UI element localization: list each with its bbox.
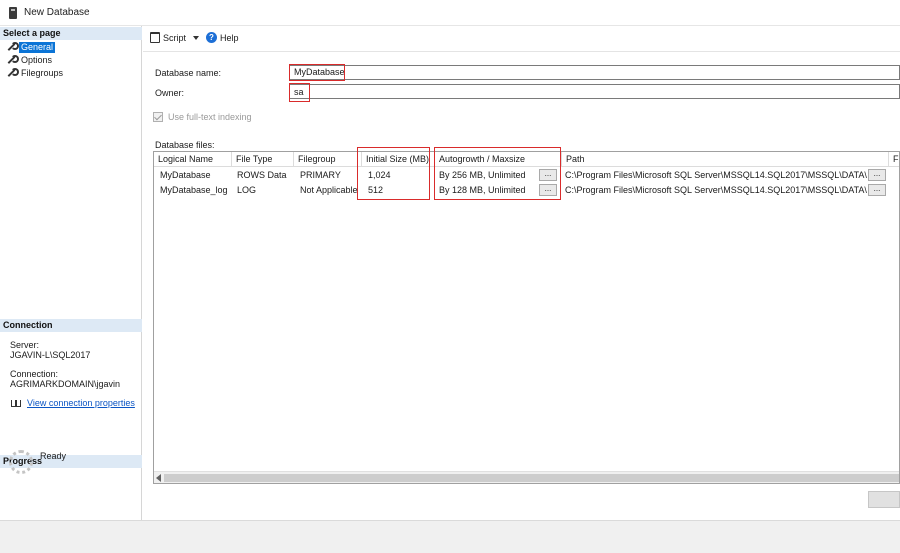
help-label: Help	[220, 32, 239, 43]
connection-value: AGRIMARKDOMAIN\jgavin	[10, 379, 121, 389]
col-filegroup[interactable]: Filegroup	[294, 152, 362, 167]
owner-label: Owner:	[155, 88, 185, 98]
script-icon	[150, 32, 160, 43]
wrench-icon	[6, 68, 19, 78]
database-name-input[interactable]	[289, 65, 900, 80]
col-file-type[interactable]: File Type	[232, 152, 294, 167]
col-path[interactable]: Path	[562, 152, 889, 167]
script-label: Script	[163, 32, 187, 43]
connection-properties-icon	[10, 398, 22, 408]
script-button[interactable]: Script	[150, 32, 200, 43]
page-item-options[interactable]: Options	[6, 54, 54, 66]
title-bar: New Database	[0, 0, 900, 26]
fulltext-checkbox[interactable]	[153, 112, 163, 122]
autogrowth-highlight	[434, 147, 561, 200]
page-item-general[interactable]: General	[6, 41, 56, 53]
help-button[interactable]: ? Help	[206, 32, 239, 43]
connection-label: Connection:	[10, 369, 59, 379]
col-logical-name[interactable]: Logical Name	[154, 152, 232, 167]
app-icon	[9, 7, 17, 19]
server-label: Server:	[10, 340, 40, 350]
wrench-icon	[6, 55, 19, 65]
cell-filegroup[interactable]: PRIMARY	[295, 168, 341, 183]
status-bar	[0, 520, 900, 553]
database-name-label: Database name:	[155, 68, 222, 78]
select-page-header: Select a page	[0, 27, 142, 40]
connection-header: Connection	[0, 319, 142, 332]
ok-button[interactable]	[868, 491, 900, 508]
page-item-label: General	[19, 41, 56, 53]
owner-highlight	[289, 83, 310, 102]
path-browse-button[interactable]: ...	[868, 184, 886, 196]
horizontal-scrollbar[interactable]	[154, 471, 899, 483]
scroll-left-icon[interactable]	[156, 474, 161, 482]
database-name-highlight	[289, 64, 345, 81]
toolbar: Script ? Help	[143, 26, 900, 52]
scrollbar-thumb[interactable]	[164, 474, 899, 482]
database-files-label: Database files:	[155, 140, 215, 150]
owner-input[interactable]	[289, 84, 900, 99]
page-item-filegroups[interactable]: Filegroups	[6, 67, 65, 79]
database-files-grid[interactable]: Logical Name File Type Filegroup Initial…	[153, 151, 900, 484]
cell-file-type[interactable]: LOG	[232, 183, 256, 198]
initial-size-highlight	[357, 147, 430, 200]
server-value: JGAVIN-L\SQL2017	[10, 350, 91, 360]
page-item-label: Filegroups	[21, 67, 64, 78]
help-icon: ?	[206, 32, 217, 43]
progress-status: Ready	[40, 451, 67, 461]
path-browse-button[interactable]: ...	[868, 169, 886, 181]
wrench-icon	[6, 42, 19, 52]
cell-path: C:\Program Files\Microsoft SQL Server\MS…	[565, 185, 867, 195]
cell-file-type[interactable]: ROWS Data	[232, 168, 287, 183]
left-pane: Select a page General Options Filegroups…	[0, 26, 142, 520]
page-item-label: Options	[21, 54, 53, 65]
progress-spinner-icon	[9, 450, 33, 474]
cell-logical-name[interactable]: MyDatabase	[155, 168, 211, 183]
cell-filegroup[interactable]: Not Applicable	[295, 183, 358, 198]
cell-logical-name[interactable]: MyDatabase_log	[155, 183, 228, 198]
fulltext-label: Use full-text indexing	[168, 112, 252, 122]
view-connection-properties-link[interactable]: View connection properties	[27, 398, 135, 408]
window-title: New Database	[24, 7, 90, 18]
chevron-down-icon[interactable]	[193, 35, 200, 40]
cell-path: C:\Program Files\Microsoft SQL Server\MS…	[565, 170, 867, 180]
col-file-name[interactable]: Fi	[889, 152, 899, 167]
